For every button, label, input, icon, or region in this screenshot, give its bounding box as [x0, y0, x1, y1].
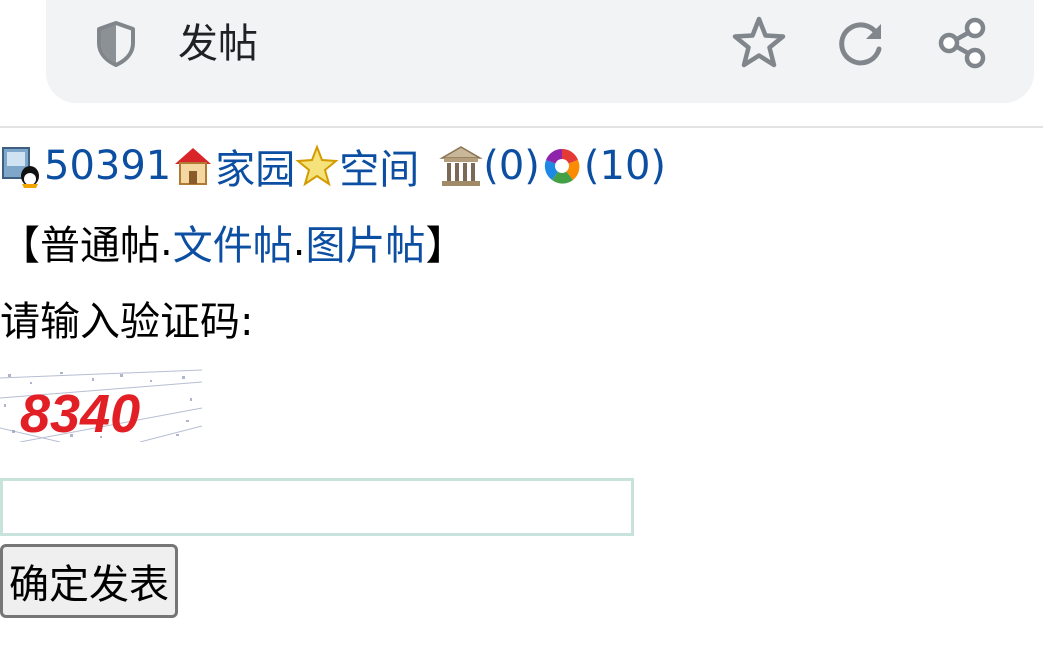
- file-post-link[interactable]: 文件帖: [173, 213, 293, 271]
- bank-icon: [439, 146, 484, 186]
- confirm-post-button[interactable]: 确定发表: [0, 544, 178, 618]
- qq-computer-icon: [2, 147, 39, 188]
- captcha-code: 8340: [20, 384, 140, 442]
- star-icon[interactable]: [730, 14, 788, 72]
- separator: .: [292, 219, 306, 265]
- post-type-selector: 【 普通帖 . 文件帖 . 图片帖 】: [0, 202, 1043, 282]
- share-icon[interactable]: [936, 16, 990, 70]
- user-id-link[interactable]: 50391: [44, 143, 171, 189]
- space-link[interactable]: 空间: [339, 137, 419, 195]
- captcha-image: 8340: [0, 368, 203, 444]
- image-post-link[interactable]: 图片帖: [305, 213, 425, 271]
- page-title: 发帖: [178, 21, 258, 67]
- open-bracket: 【: [0, 223, 40, 269]
- home-link[interactable]: 家园: [215, 137, 295, 195]
- normal-post-label: 普通帖: [40, 223, 160, 269]
- photo-count-link[interactable]: (10): [584, 143, 666, 189]
- toolbar-divider: [0, 126, 1043, 128]
- captcha-prompt: 请输入验证码:: [0, 299, 254, 345]
- photo-aperture-icon: [544, 148, 580, 184]
- space-star-icon: [295, 144, 339, 187]
- shield-icon[interactable]: [94, 20, 138, 68]
- separator: .: [160, 219, 173, 265]
- close-bracket: 】: [425, 223, 466, 269]
- user-bar: 50391 家园 空间 (0) (10): [0, 130, 1043, 202]
- captcha-input[interactable]: [0, 478, 634, 536]
- mail-count-link[interactable]: (0): [483, 143, 540, 189]
- home-icon: [175, 148, 212, 185]
- reload-icon[interactable]: [834, 16, 888, 70]
- post-page-content: 50391 家园 空间 (0) (10) 【 普通帖 . 文件帖 . 图片帖 】…: [0, 130, 1043, 618]
